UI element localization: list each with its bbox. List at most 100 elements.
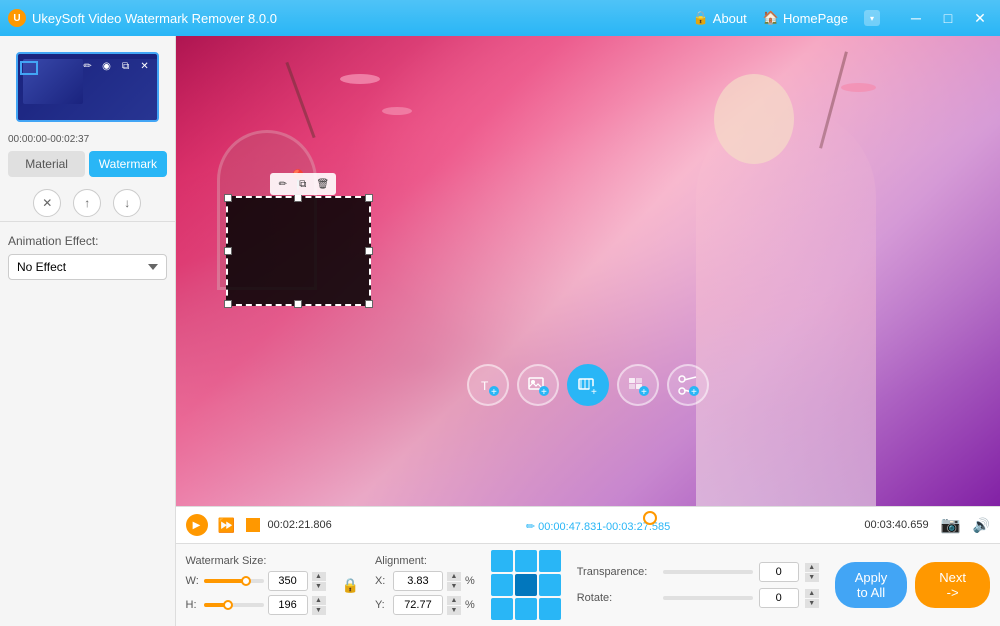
y-up[interactable]: ▲ bbox=[447, 596, 461, 605]
transparency-input[interactable] bbox=[759, 562, 799, 582]
lock-aspect-icon[interactable]: 🔒 bbox=[342, 577, 359, 594]
apply-to-all-button[interactable]: Apply to All bbox=[835, 562, 908, 608]
watermark-remove-icon[interactable]: + bbox=[567, 364, 609, 406]
x-down[interactable]: ▼ bbox=[447, 582, 461, 591]
close-thumb-icon[interactable]: ✕ bbox=[137, 58, 153, 74]
tab-material[interactable]: Material bbox=[8, 151, 85, 177]
rotate-up[interactable]: ▲ bbox=[805, 589, 819, 598]
trim-icon[interactable]: + bbox=[667, 364, 709, 406]
handle-bl[interactable] bbox=[224, 300, 232, 308]
handle-br[interactable] bbox=[365, 300, 373, 308]
width-input[interactable] bbox=[268, 571, 308, 591]
stop-button[interactable] bbox=[246, 518, 260, 532]
align-ml[interactable] bbox=[491, 574, 513, 596]
rotate-spinners: ▲ ▼ bbox=[805, 589, 819, 608]
wm-copy-btn[interactable]: ⧉ bbox=[294, 175, 312, 193]
delete-item-button[interactable]: ✕ bbox=[33, 189, 61, 217]
handle-tm[interactable] bbox=[294, 194, 302, 202]
handle-bm[interactable] bbox=[294, 300, 302, 308]
x-input[interactable] bbox=[393, 571, 443, 591]
copy-thumb-icon[interactable]: ⧉ bbox=[118, 58, 134, 74]
move-up-button[interactable]: ↑ bbox=[73, 189, 101, 217]
lock-icon: 🔒 bbox=[693, 10, 709, 26]
svg-text:+: + bbox=[641, 387, 647, 396]
screenshot-icon[interactable]: 📷 bbox=[937, 511, 965, 539]
handle-tr[interactable] bbox=[365, 194, 373, 202]
wm-delete-btn[interactable]: 🗑 bbox=[314, 175, 332, 193]
alignment-grid bbox=[491, 550, 561, 620]
step-forward-button[interactable]: ⏩ bbox=[216, 514, 238, 536]
anim-label: Animation Effect: bbox=[8, 234, 167, 248]
end-time: 00:03:40.659 bbox=[864, 519, 928, 531]
y-percent: % bbox=[465, 599, 475, 611]
progress-thumb[interactable] bbox=[643, 511, 657, 525]
add-image-icon[interactable]: + bbox=[517, 364, 559, 406]
height-down[interactable]: ▼ bbox=[312, 606, 326, 615]
thumb-icons: ✏ ◉ ⧉ ✕ bbox=[80, 58, 153, 74]
handle-tl[interactable] bbox=[224, 194, 232, 202]
handle-mr[interactable] bbox=[365, 247, 373, 255]
w-label: W: bbox=[186, 575, 200, 587]
app-icon: U bbox=[8, 9, 26, 27]
add-text-icon[interactable]: T + bbox=[467, 364, 509, 406]
svg-text:+: + bbox=[491, 387, 497, 396]
maximize-button[interactable]: □ bbox=[936, 6, 960, 30]
align-tc[interactable] bbox=[515, 550, 537, 572]
align-br[interactable] bbox=[539, 598, 561, 620]
homepage-nav[interactable]: 🏠 HomePage bbox=[763, 10, 848, 26]
move-down-button[interactable]: ↓ bbox=[113, 189, 141, 217]
transparency-row: Transparence: ▲ ▼ bbox=[577, 562, 819, 582]
x-up[interactable]: ▲ bbox=[447, 572, 461, 581]
trans-up[interactable]: ▲ bbox=[805, 563, 819, 572]
align-bl[interactable] bbox=[491, 598, 513, 620]
align-bc[interactable] bbox=[515, 598, 537, 620]
rotate-input[interactable] bbox=[759, 588, 799, 608]
height-up[interactable]: ▲ bbox=[312, 596, 326, 605]
align-tl[interactable] bbox=[491, 550, 513, 572]
video-time: 00:00:00-00:02:37 bbox=[0, 132, 175, 151]
width-row: W: ▲ ▼ bbox=[186, 571, 326, 591]
x-spinners: ▲ ▼ bbox=[447, 572, 461, 591]
video-thumbnail[interactable]: ✏ ◉ ⧉ ✕ bbox=[16, 52, 159, 122]
rotate-slider[interactable] bbox=[663, 596, 753, 600]
about-nav[interactable]: 🔒 About bbox=[693, 10, 747, 26]
align-mc[interactable] bbox=[515, 574, 537, 596]
y-input[interactable] bbox=[393, 595, 443, 615]
x-label: X: bbox=[375, 575, 389, 587]
align-mr[interactable] bbox=[539, 574, 561, 596]
height-spinners: ▲ ▼ bbox=[312, 596, 326, 615]
next-label: Next -> bbox=[939, 570, 966, 600]
next-button[interactable]: Next -> bbox=[915, 562, 990, 608]
rotate-down[interactable]: ▼ bbox=[805, 599, 819, 608]
video-toolbar-icons: T + + bbox=[467, 364, 709, 406]
height-slider[interactable] bbox=[204, 603, 264, 607]
play-button[interactable]: ▶ bbox=[186, 514, 208, 536]
y-down[interactable]: ▼ bbox=[447, 606, 461, 615]
mosaic-icon[interactable]: + bbox=[617, 364, 659, 406]
transform-group: Transparence: ▲ ▼ Rotate: bbox=[577, 562, 819, 608]
wm-edit-btn[interactable]: ✏ bbox=[274, 175, 292, 193]
width-down[interactable]: ▼ bbox=[312, 582, 326, 591]
watermark-toolbar: ✏ ⧉ 🗑 bbox=[270, 173, 336, 195]
align-tr[interactable] bbox=[539, 550, 561, 572]
transparency-slider[interactable] bbox=[663, 570, 753, 574]
width-slider[interactable] bbox=[204, 579, 264, 583]
edit-thumb-icon[interactable]: ✏ bbox=[80, 58, 96, 74]
playback-bar: ▶ ⏩ 00:02:21.806 ✏ 00:00:47.831-00:03:27… bbox=[176, 506, 1000, 543]
minimize-button[interactable]: ─ bbox=[904, 6, 928, 30]
height-input[interactable] bbox=[268, 595, 308, 615]
close-button[interactable]: ✕ bbox=[968, 6, 992, 30]
about-label[interactable]: About bbox=[713, 11, 747, 26]
anim-select[interactable]: No Effect bbox=[8, 254, 167, 280]
handle-ml[interactable] bbox=[224, 247, 232, 255]
watermark-selection-box[interactable]: 📍 ✏ ⧉ 🗑 bbox=[226, 196, 371, 306]
transparency-spinners: ▲ ▼ bbox=[805, 563, 819, 582]
volume-icon[interactable]: 🔊 bbox=[973, 517, 990, 534]
menu-dropdown[interactable]: ▾ bbox=[864, 10, 880, 26]
tab-watermark[interactable]: Watermark bbox=[89, 151, 166, 177]
transparency-label: Transparence: bbox=[577, 566, 657, 578]
homepage-label[interactable]: HomePage bbox=[783, 11, 848, 26]
width-up[interactable]: ▲ bbox=[312, 572, 326, 581]
view-thumb-icon[interactable]: ◉ bbox=[99, 58, 115, 74]
trans-down[interactable]: ▼ bbox=[805, 573, 819, 582]
